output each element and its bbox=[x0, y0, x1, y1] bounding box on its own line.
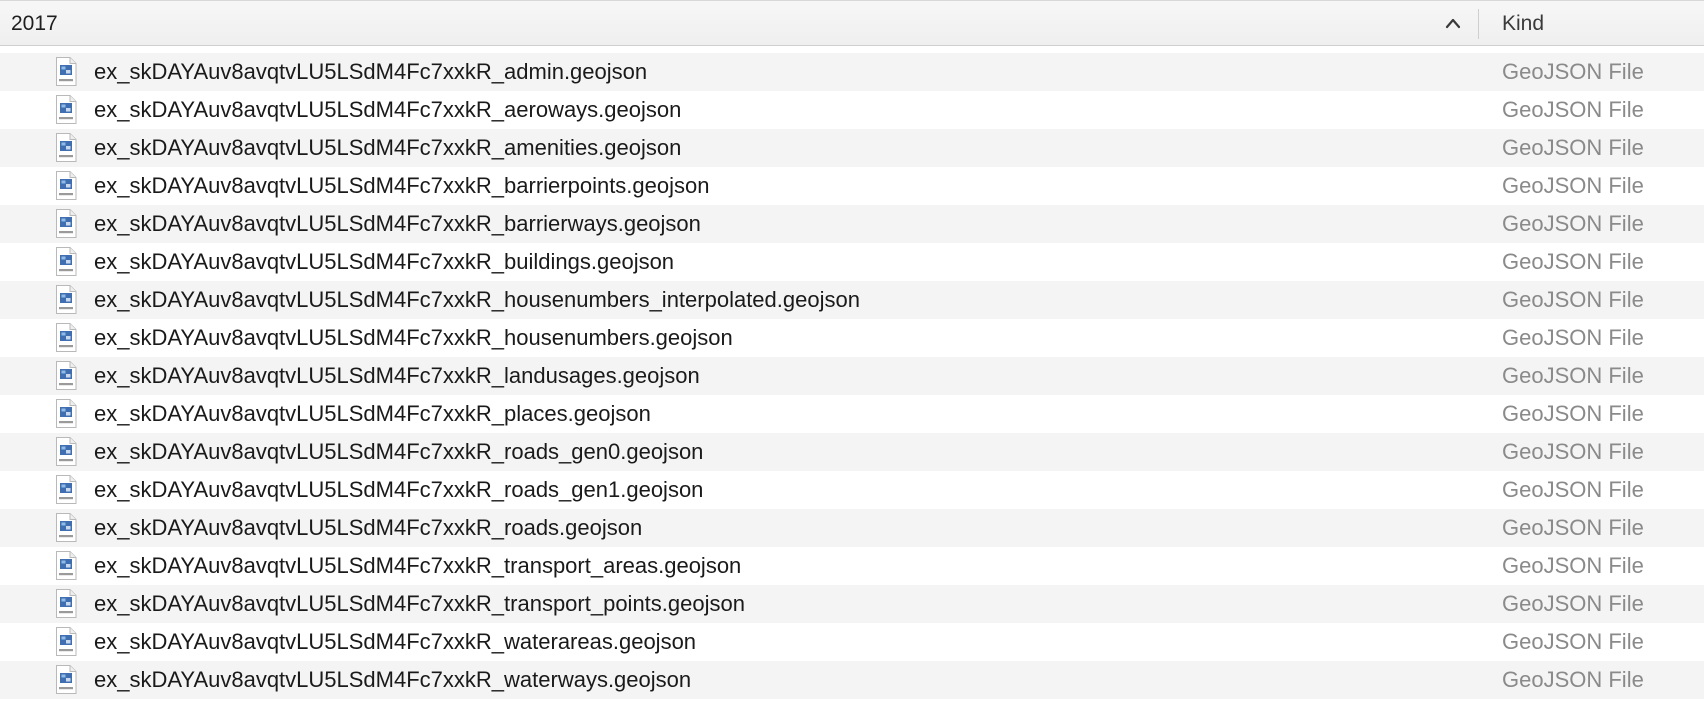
file-row[interactable]: ex_skDAYAuv8avqtvLU5LSdM4Fc7xxkR_barrier… bbox=[0, 205, 1704, 243]
geojson-file-icon bbox=[55, 513, 77, 542]
file-name: ex_skDAYAuv8avqtvLU5LSdM4Fc7xxkR_buildin… bbox=[94, 249, 675, 274]
name-column-label: 2017 bbox=[11, 12, 58, 35]
file-name: ex_skDAYAuv8avqtvLU5LSdM4Fc7xxkR_waterwa… bbox=[94, 667, 692, 692]
file-row[interactable]: ex_skDAYAuv8avqtvLU5LSdM4Fc7xxkR_barrier… bbox=[0, 167, 1704, 205]
file-row[interactable]: ex_skDAYAuv8avqtvLU5LSdM4Fc7xxkR_admin.g… bbox=[0, 53, 1704, 91]
file-row[interactable]: ex_skDAYAuv8avqtvLU5LSdM4Fc7xxkR_housenu… bbox=[0, 281, 1704, 319]
file-name: ex_skDAYAuv8avqtvLU5LSdM4Fc7xxkR_places.… bbox=[94, 401, 651, 426]
file-kind: GeoJSON File bbox=[1502, 591, 1644, 616]
geojson-file-icon bbox=[55, 171, 77, 200]
file-row[interactable]: ex_skDAYAuv8avqtvLU5LSdM4Fc7xxkR_roads_g… bbox=[0, 433, 1704, 471]
geojson-file-icon bbox=[55, 323, 77, 352]
file-name: ex_skDAYAuv8avqtvLU5LSdM4Fc7xxkR_ameniti… bbox=[94, 135, 682, 160]
file-row[interactable]: ex_skDAYAuv8avqtvLU5LSdM4Fc7xxkR_roads_g… bbox=[0, 471, 1704, 509]
file-name: ex_skDAYAuv8avqtvLU5LSdM4Fc7xxkR_barrier… bbox=[94, 173, 710, 198]
file-name: ex_skDAYAuv8avqtvLU5LSdM4Fc7xxkR_roads.g… bbox=[94, 515, 643, 540]
file-kind: GeoJSON File bbox=[1502, 667, 1644, 692]
file-kind: GeoJSON File bbox=[1502, 439, 1644, 464]
file-name: ex_skDAYAuv8avqtvLU5LSdM4Fc7xxkR_transpo… bbox=[94, 591, 745, 616]
geojson-file-icon bbox=[55, 57, 77, 86]
file-kind: GeoJSON File bbox=[1502, 401, 1644, 426]
geojson-file-icon bbox=[55, 475, 77, 504]
geojson-file-icon bbox=[55, 361, 77, 390]
file-name: ex_skDAYAuv8avqtvLU5LSdM4Fc7xxkR_housenu… bbox=[94, 287, 860, 312]
file-row[interactable]: ex_skDAYAuv8avqtvLU5LSdM4Fc7xxkR_aeroway… bbox=[0, 91, 1704, 129]
file-kind: GeoJSON File bbox=[1502, 173, 1644, 198]
file-kind: GeoJSON File bbox=[1502, 59, 1644, 84]
geojson-file-icon bbox=[55, 551, 77, 580]
finder-list-view: 2017 Kind ex_skDAYAuv8avqtvLU5LSdM4Fc7xx… bbox=[0, 0, 1704, 714]
file-row[interactable]: ex_skDAYAuv8avqtvLU5LSdM4Fc7xxkR_roads.g… bbox=[0, 509, 1704, 547]
file-kind: GeoJSON File bbox=[1502, 515, 1644, 540]
file-name: ex_skDAYAuv8avqtvLU5LSdM4Fc7xxkR_roads_g… bbox=[94, 477, 704, 502]
geojson-file-icon bbox=[55, 437, 77, 466]
file-name: ex_skDAYAuv8avqtvLU5LSdM4Fc7xxkR_landusa… bbox=[94, 363, 700, 388]
file-kind: GeoJSON File bbox=[1502, 325, 1644, 350]
file-name: ex_skDAYAuv8avqtvLU5LSdM4Fc7xxkR_aeroway… bbox=[94, 97, 682, 122]
file-kind: GeoJSON File bbox=[1502, 553, 1644, 578]
geojson-file-icon bbox=[55, 247, 77, 276]
file-row[interactable]: ex_skDAYAuv8avqtvLU5LSdM4Fc7xxkR_landusa… bbox=[0, 357, 1704, 395]
chevron-up-icon[interactable] bbox=[1444, 15, 1462, 31]
geojson-file-icon bbox=[55, 209, 77, 238]
file-name: ex_skDAYAuv8avqtvLU5LSdM4Fc7xxkR_barrier… bbox=[94, 211, 701, 236]
geojson-file-icon bbox=[55, 133, 77, 162]
file-kind: GeoJSON File bbox=[1502, 287, 1644, 312]
file-kind: GeoJSON File bbox=[1502, 629, 1644, 654]
file-row[interactable]: ex_skDAYAuv8avqtvLU5LSdM4Fc7xxkR_housenu… bbox=[0, 319, 1704, 357]
file-row[interactable]: ex_skDAYAuv8avqtvLU5LSdM4Fc7xxkR_waterwa… bbox=[0, 661, 1704, 699]
file-kind: GeoJSON File bbox=[1502, 135, 1644, 160]
file-name: ex_skDAYAuv8avqtvLU5LSdM4Fc7xxkR_housenu… bbox=[94, 325, 733, 350]
file-name: ex_skDAYAuv8avqtvLU5LSdM4Fc7xxkR_transpo… bbox=[94, 553, 742, 578]
file-kind: GeoJSON File bbox=[1502, 249, 1644, 274]
file-row[interactable]: ex_skDAYAuv8avqtvLU5LSdM4Fc7xxkR_ameniti… bbox=[0, 129, 1704, 167]
geojson-file-icon bbox=[55, 95, 77, 124]
file-row[interactable]: ex_skDAYAuv8avqtvLU5LSdM4Fc7xxkR_waterar… bbox=[0, 623, 1704, 661]
geojson-file-icon bbox=[55, 285, 77, 314]
file-row[interactable]: ex_skDAYAuv8avqtvLU5LSdM4Fc7xxkR_transpo… bbox=[0, 547, 1704, 585]
file-row[interactable]: ex_skDAYAuv8avqtvLU5LSdM4Fc7xxkR_places.… bbox=[0, 395, 1704, 433]
file-name: ex_skDAYAuv8avqtvLU5LSdM4Fc7xxkR_roads_g… bbox=[94, 439, 704, 464]
file-kind: GeoJSON File bbox=[1502, 363, 1644, 388]
file-name: ex_skDAYAuv8avqtvLU5LSdM4Fc7xxkR_admin.g… bbox=[94, 59, 648, 84]
name-column-header[interactable]: 2017 bbox=[0, 1, 1478, 45]
file-name: ex_skDAYAuv8avqtvLU5LSdM4Fc7xxkR_waterar… bbox=[94, 629, 697, 654]
geojson-file-icon bbox=[55, 589, 77, 618]
file-kind: GeoJSON File bbox=[1502, 97, 1644, 122]
file-kind: GeoJSON File bbox=[1502, 477, 1644, 502]
kind-column-header[interactable]: Kind bbox=[1479, 1, 1704, 45]
column-header-bar: 2017 Kind bbox=[0, 0, 1704, 46]
file-list: ex_skDAYAuv8avqtvLU5LSdM4Fc7xxkR_admin.g… bbox=[0, 53, 1704, 699]
file-kind: GeoJSON File bbox=[1502, 211, 1644, 236]
geojson-file-icon bbox=[55, 627, 77, 656]
geojson-file-icon bbox=[55, 665, 77, 694]
kind-column-label: Kind bbox=[1502, 12, 1545, 35]
file-row[interactable]: ex_skDAYAuv8avqtvLU5LSdM4Fc7xxkR_transpo… bbox=[0, 585, 1704, 623]
file-row[interactable]: ex_skDAYAuv8avqtvLU5LSdM4Fc7xxkR_buildin… bbox=[0, 243, 1704, 281]
geojson-file-icon bbox=[55, 399, 77, 428]
